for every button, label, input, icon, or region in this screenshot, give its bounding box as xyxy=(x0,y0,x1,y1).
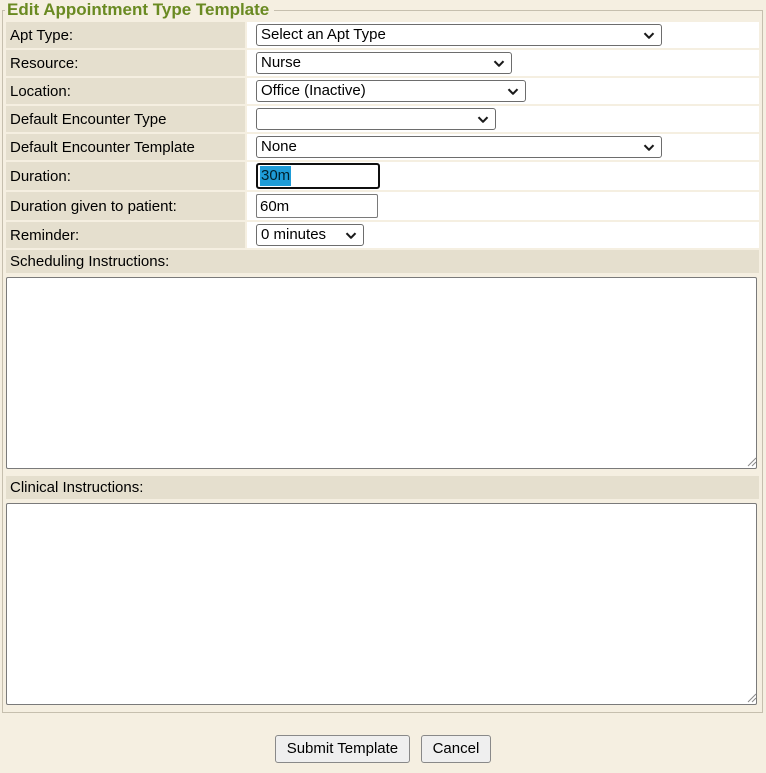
reminder-label: Reminder: xyxy=(6,222,245,248)
clinical-instructions-textarea[interactable] xyxy=(6,503,757,705)
reminder-select-control[interactable]: 0 minutes xyxy=(256,224,364,246)
form-row-default-encounter-type: Default Encounter Type xyxy=(6,106,759,132)
resource-select[interactable]: Nurse xyxy=(256,52,512,74)
apt-type-select[interactable]: Select an Apt Type xyxy=(256,24,662,46)
page-title: Edit Appointment Type Template xyxy=(5,0,274,20)
section-row-clinical-instructions: Clinical Instructions: xyxy=(6,476,759,499)
form-row-reminder: Reminder: 0 minutes xyxy=(6,222,759,248)
default-encounter-type-select[interactable] xyxy=(256,108,496,130)
scheduling-instructions-textarea[interactable] xyxy=(6,277,757,469)
default-encounter-type-label: Default Encounter Type xyxy=(6,106,245,132)
textarea-row-clinical xyxy=(6,501,759,705)
default-encounter-template-select-control[interactable]: None xyxy=(256,136,662,158)
resource-cell: Nurse xyxy=(247,50,759,76)
apt-type-select-control[interactable]: Select an Apt Type xyxy=(256,24,662,46)
submit-template-button[interactable]: Submit Template xyxy=(275,735,410,763)
resource-label: Resource: xyxy=(6,50,245,76)
template-fieldset: Edit Appointment Type Template Apt Type:… xyxy=(2,0,763,713)
clinical-instructions-label: Clinical Instructions: xyxy=(6,476,759,499)
default-encounter-type-cell xyxy=(247,106,759,132)
form-row-default-encounter-template: Default Encounter Template None xyxy=(6,134,759,160)
apt-type-label: Apt Type: xyxy=(6,22,245,48)
duration-cell: 30m xyxy=(247,162,759,190)
default-encounter-template-select[interactable]: None xyxy=(256,136,662,158)
resize-grip-icon[interactable] xyxy=(746,692,757,703)
form-row-resource: Resource: Nurse xyxy=(6,50,759,76)
duration-given-input[interactable] xyxy=(256,194,378,218)
default-encounter-template-cell: None xyxy=(247,134,759,160)
duration-selected-text: 30m xyxy=(260,166,291,186)
duration-input[interactable]: 30m xyxy=(256,163,380,189)
scheduling-instructions-label: Scheduling Instructions: xyxy=(6,250,759,273)
apt-type-cell: Select an Apt Type xyxy=(247,22,759,48)
form-row-duration: Duration: 30m xyxy=(6,162,759,190)
duration-given-label: Duration given to patient: xyxy=(6,192,245,220)
duration-label: Duration: xyxy=(6,162,245,190)
template-form-table: Apt Type: Select an Apt Type Resource: N… xyxy=(4,20,761,707)
location-cell: Office (Inactive) xyxy=(247,78,759,104)
location-select[interactable]: Office (Inactive) xyxy=(256,80,526,102)
reminder-cell: 0 minutes xyxy=(247,222,759,248)
form-actions: Submit Template Cancel xyxy=(0,735,766,763)
location-select-control[interactable]: Office (Inactive) xyxy=(256,80,526,102)
form-row-location: Location: Office (Inactive) xyxy=(6,78,759,104)
default-encounter-type-select-control[interactable] xyxy=(256,108,496,130)
duration-given-cell xyxy=(247,192,759,220)
reminder-select[interactable]: 0 minutes xyxy=(256,224,364,246)
section-row-scheduling-instructions: Scheduling Instructions: xyxy=(6,250,759,273)
resize-grip-icon[interactable] xyxy=(746,456,757,467)
form-row-apt-type: Apt Type: Select an Apt Type xyxy=(6,22,759,48)
form-row-duration-given: Duration given to patient: xyxy=(6,192,759,220)
edit-appointment-type-template-page: Edit Appointment Type Template Apt Type:… xyxy=(0,0,766,773)
location-label: Location: xyxy=(6,78,245,104)
cancel-button[interactable]: Cancel xyxy=(421,735,492,763)
textarea-row-scheduling xyxy=(6,275,759,474)
default-encounter-template-label: Default Encounter Template xyxy=(6,134,245,160)
resource-select-control[interactable]: Nurse xyxy=(256,52,512,74)
